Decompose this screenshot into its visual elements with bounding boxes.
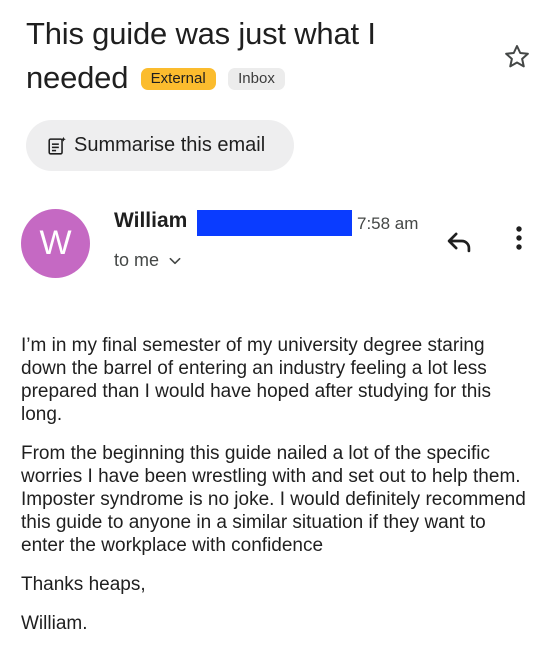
- sender-avatar[interactable]: W: [21, 209, 90, 278]
- body-paragraph: William.: [21, 613, 88, 634]
- chevron-down-icon: [169, 257, 181, 264]
- star-icon[interactable]: [502, 42, 532, 72]
- body-paragraph: Thanks heaps,: [21, 574, 146, 595]
- body-paragraph: From the beginning this guide nailed a l…: [21, 443, 526, 556]
- message-time: 7:58 am: [357, 214, 419, 233]
- email-subject: This guide was just what I needed Extern…: [26, 12, 486, 100]
- recipients-label: to me: [114, 250, 160, 270]
- external-label-chip: External: [140, 68, 216, 90]
- recipients-toggle[interactable]: to me: [114, 250, 183, 271]
- inbox-label-chip[interactable]: Inbox: [228, 68, 285, 90]
- sender-name[interactable]: William: [114, 209, 187, 233]
- message-body: I’m in my final semester of my universit…: [21, 334, 531, 651]
- summarise-icon: [48, 136, 66, 155]
- avatar-letter: W: [39, 224, 72, 262]
- body-paragraph: I’m in my final semester of my universit…: [21, 335, 492, 425]
- reply-icon[interactable]: [442, 224, 476, 258]
- summarise-label: Summarise this email: [74, 134, 266, 156]
- more-vert-icon[interactable]: [506, 222, 532, 256]
- redacted-sender-address: [197, 210, 352, 236]
- summarise-email-button[interactable]: Summarise this email: [26, 120, 294, 171]
